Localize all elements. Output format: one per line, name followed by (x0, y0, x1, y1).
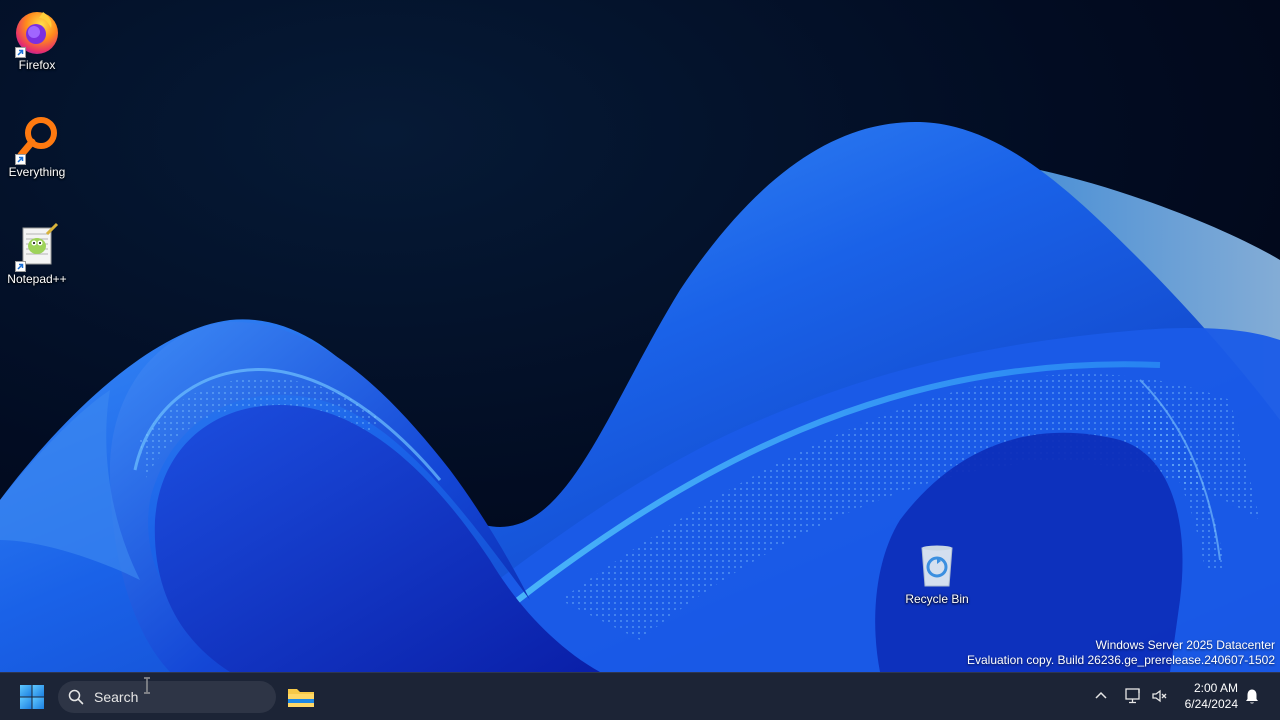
clock-date: 6/24/2024 (1184, 697, 1238, 711)
taskbar-clock[interactable]: 2:00 AM 6/24/2024 (1170, 680, 1238, 712)
desktop-wallpaper (0, 0, 1280, 672)
notepad-plus-plus-icon (13, 222, 61, 272)
watermark-build: Evaluation copy. Build 26236.ge_prerelea… (966, 653, 1275, 667)
network-icon[interactable] (1123, 687, 1143, 705)
notification-bell-icon[interactable] (1244, 688, 1260, 705)
shortcut-arrow-icon (15, 47, 26, 58)
windows-start-icon (20, 685, 44, 709)
everything-search-icon (13, 115, 61, 165)
recycle-bin-icon (913, 542, 961, 590)
taskbar-search-box[interactable]: Search (58, 681, 276, 713)
taskbar: Search 2:00 AM 6/24/2024 (0, 672, 1280, 720)
desktop-icon-notepad-plus-plus[interactable]: Notepad++ (1, 222, 73, 286)
show-hidden-icons-chevron[interactable] (1092, 687, 1110, 705)
clock-time: 2:00 AM (1193, 681, 1238, 695)
desktop-icon-label: Firefox (18, 58, 56, 72)
desktop-icon-label: Everything (8, 165, 66, 179)
search-placeholder: Search (94, 689, 139, 705)
file-explorer-button[interactable] (284, 681, 318, 713)
desktop-icon-firefox[interactable]: Firefox (1, 8, 73, 72)
desktop-icon-label: Recycle Bin (905, 592, 969, 606)
volume-muted-icon[interactable] (1150, 687, 1168, 705)
text-cursor-icon (144, 677, 150, 694)
firefox-icon (13, 8, 61, 58)
desktop-icon-label: Notepad++ (7, 272, 67, 286)
windows-edition-watermark: Windows Server 2025 Datacenter Evaluatio… (967, 638, 1275, 668)
desktop-icon-everything[interactable]: Everything (1, 115, 73, 179)
shortcut-arrow-icon (15, 154, 26, 165)
search-icon (68, 689, 84, 705)
start-button[interactable] (16, 681, 48, 713)
watermark-edition: Windows Server 2025 Datacenter (1095, 638, 1275, 652)
file-explorer-icon (288, 689, 314, 707)
desktop-icon-recycle-bin[interactable]: Recycle Bin (901, 542, 973, 606)
shortcut-arrow-icon (15, 261, 26, 272)
